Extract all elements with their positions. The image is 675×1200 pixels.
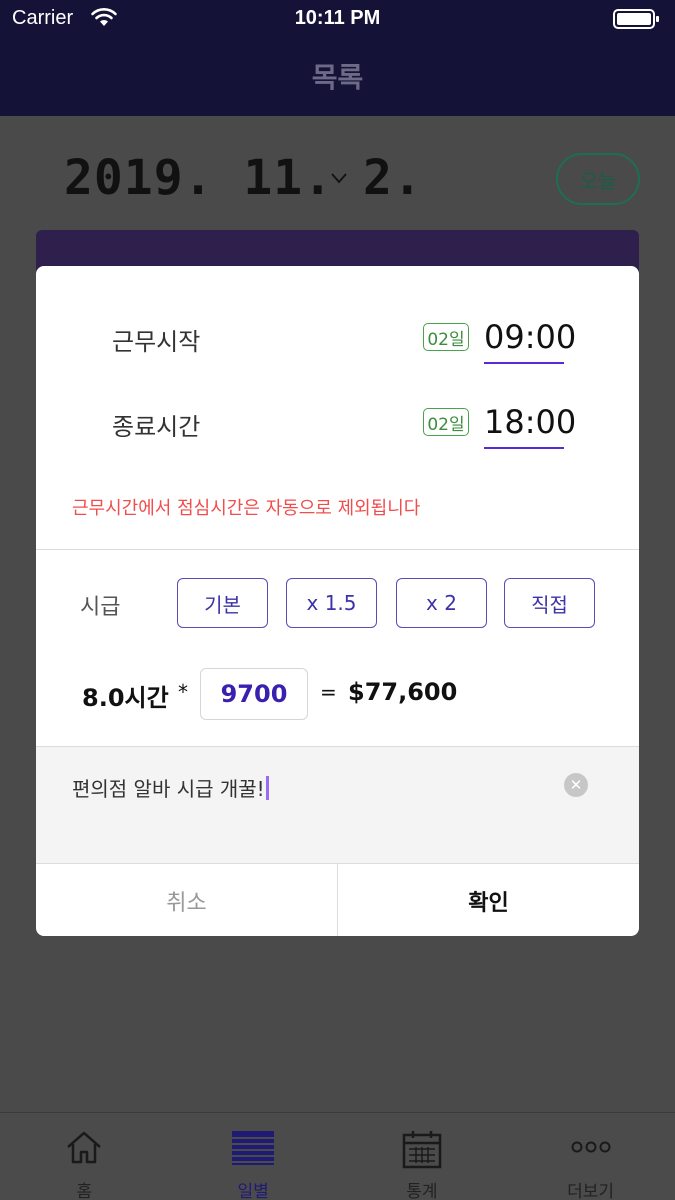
text-cursor xyxy=(265,776,269,800)
tab-label: 홈 xyxy=(76,1182,93,1200)
wage-option-basic[interactable]: 기본 xyxy=(177,578,268,628)
tab-home[interactable]: 홈 xyxy=(0,1113,169,1200)
multiply-sign: * xyxy=(178,680,188,704)
chevron-down-icon[interactable] xyxy=(330,172,348,184)
memo-field[interactable]: 편의점 알바 시급 개꿀! ✕ xyxy=(36,747,639,863)
wage-option-2x[interactable]: x 2 xyxy=(396,578,487,628)
battery-icon xyxy=(613,9,659,29)
hourly-rate-input[interactable]: 9700 xyxy=(200,668,308,720)
wage-option-1-5x[interactable]: x 1.5 xyxy=(286,578,377,628)
start-label: 근무시작 xyxy=(112,328,201,356)
tab-daily[interactable]: 일별 xyxy=(169,1113,338,1200)
today-button[interactable]: 오늘 xyxy=(556,153,640,205)
home-icon xyxy=(67,1131,102,1164)
total-pay: $77,600 xyxy=(348,678,458,706)
end-label: 종료시간 xyxy=(112,413,201,441)
lunch-notice: 근무시간에서 점심시간은 자동으로 제외됩니다 xyxy=(72,498,421,519)
top-bar: Carrier 10:11 PM 목록 xyxy=(0,0,675,116)
confirm-button[interactable]: 확인 xyxy=(338,864,639,936)
wage-option-custom[interactable]: 직접 xyxy=(504,578,595,628)
status-bar: Carrier 10:11 PM xyxy=(0,0,675,38)
work-entry-dialog: 근무시작 02일 09:00 종료시간 02일 18:00 근무시간에서 점심시… xyxy=(36,266,639,936)
equals-sign: = xyxy=(320,680,337,704)
tab-label: 통계 xyxy=(406,1182,438,1200)
clear-icon[interactable]: ✕ xyxy=(564,773,588,797)
tab-stats[interactable]: 통계 xyxy=(338,1113,507,1200)
calendar-icon xyxy=(402,1131,442,1169)
more-icon xyxy=(571,1141,611,1153)
end-time-underline xyxy=(484,447,564,449)
start-day-badge[interactable]: 02일 xyxy=(423,323,469,351)
start-time[interactable]: 09:00 xyxy=(484,318,576,356)
divider xyxy=(36,549,639,550)
tab-label: 더보기 xyxy=(567,1182,615,1200)
list-icon xyxy=(232,1131,275,1165)
clock: 10:11 PM xyxy=(294,7,381,29)
start-time-underline xyxy=(484,362,564,364)
cancel-button[interactable]: 취소 xyxy=(36,864,338,936)
date-title[interactable]: 2019. 11. 2. xyxy=(64,150,423,206)
end-day-badge[interactable]: 02일 xyxy=(423,408,469,436)
hours-value: 8.0시간 xyxy=(82,684,169,712)
memo-field-wrap[interactable]: 편의점 알바 시급 개꿀! xyxy=(72,773,269,802)
tab-more[interactable]: 더보기 xyxy=(506,1113,675,1200)
end-time[interactable]: 18:00 xyxy=(484,403,576,441)
nav-title: 목록 xyxy=(311,61,364,94)
dialog-footer: 취소 확인 xyxy=(36,863,639,936)
wage-label: 시급 xyxy=(80,595,121,620)
memo-text[interactable]: 편의점 알바 시급 개꿀! xyxy=(72,777,265,801)
tab-bar: 홈 일별 통계 더보기 xyxy=(0,1112,675,1200)
tab-label: 일별 xyxy=(237,1182,269,1200)
